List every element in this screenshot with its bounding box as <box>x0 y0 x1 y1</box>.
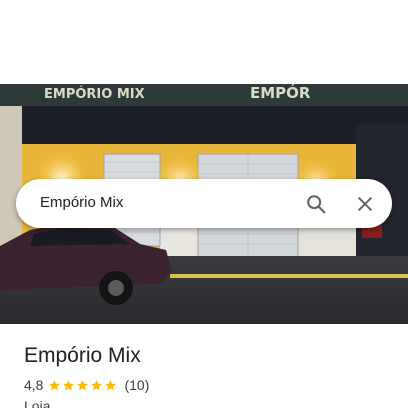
star-icon <box>63 379 75 390</box>
star-icon <box>105 379 117 390</box>
star-icon <box>91 379 103 390</box>
star-icon <box>77 379 89 390</box>
map-top-area <box>0 0 408 84</box>
sign-text-right: EMPÓR <box>250 84 311 102</box>
rating-value: 4,8 <box>24 377 44 393</box>
search-icon <box>307 195 326 214</box>
rating-row[interactable]: 4,8 (10) <box>24 376 149 394</box>
review-count[interactable]: (10) <box>124 377 149 393</box>
place-title: Empório Mix <box>24 344 141 367</box>
place-category: Loja <box>24 398 51 408</box>
sign-text-left: EMPÓRIO MIX <box>44 86 145 102</box>
star-rating <box>48 379 118 392</box>
close-button[interactable] <box>349 188 381 220</box>
star-icon <box>49 379 61 390</box>
place-info-panel[interactable]: Empório Mix 4,8 (10) Loja <box>0 324 408 408</box>
search-input[interactable]: Empório Mix <box>40 194 123 211</box>
close-icon <box>358 197 372 211</box>
search-bar[interactable]: Empório Mix <box>16 179 392 228</box>
place-photo[interactable]: EMPÓRIO MIX EMPÓR Empório Mix <box>0 84 408 324</box>
search-button[interactable] <box>300 188 332 220</box>
